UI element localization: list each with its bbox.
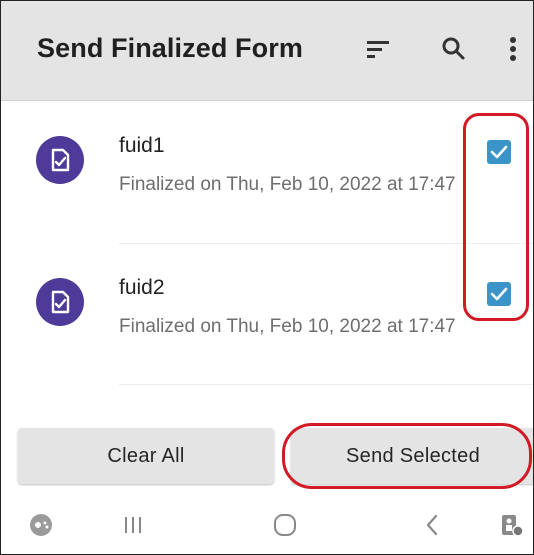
back-icon[interactable]: [421, 511, 445, 539]
screenshot-frame: Send Finalized Form fuid1 Finalized on T…: [0, 0, 534, 555]
form-check-icon: [51, 148, 70, 172]
system-nav-bar: [1, 493, 533, 554]
form-name: fuid2: [119, 276, 165, 299]
app-bar: Send Finalized Form: [1, 1, 533, 101]
search-icon[interactable]: [436, 31, 472, 67]
send-button-highlight-annotation: [282, 423, 532, 489]
recents-icon[interactable]: [121, 511, 145, 539]
clear-all-button[interactable]: Clear All: [18, 428, 274, 484]
page-title: Send Finalized Form: [37, 33, 303, 63]
list-item[interactable]: fuid1 Finalized on Thu, Feb 10, 2022 at …: [1, 102, 533, 242]
form-name: fuid1: [119, 134, 165, 157]
form-avatar: [36, 278, 84, 326]
list-item[interactable]: fuid2 Finalized on Thu, Feb 10, 2022 at …: [1, 244, 533, 384]
form-status: Finalized on Thu, Feb 10, 2022 at 17:47: [119, 316, 456, 337]
form-status: Finalized on Thu, Feb 10, 2022 at 17:47: [119, 174, 456, 195]
divider: [119, 384, 533, 385]
home-icon[interactable]: [271, 511, 299, 539]
more-vert-icon[interactable]: [495, 31, 531, 67]
form-check-icon: [51, 290, 70, 314]
game-launcher-icon[interactable]: [27, 511, 55, 539]
sort-icon[interactable]: [361, 31, 397, 67]
accessibility-icon[interactable]: [497, 511, 525, 539]
checkbox-highlight-annotation: [463, 113, 529, 321]
form-avatar: [36, 136, 84, 184]
